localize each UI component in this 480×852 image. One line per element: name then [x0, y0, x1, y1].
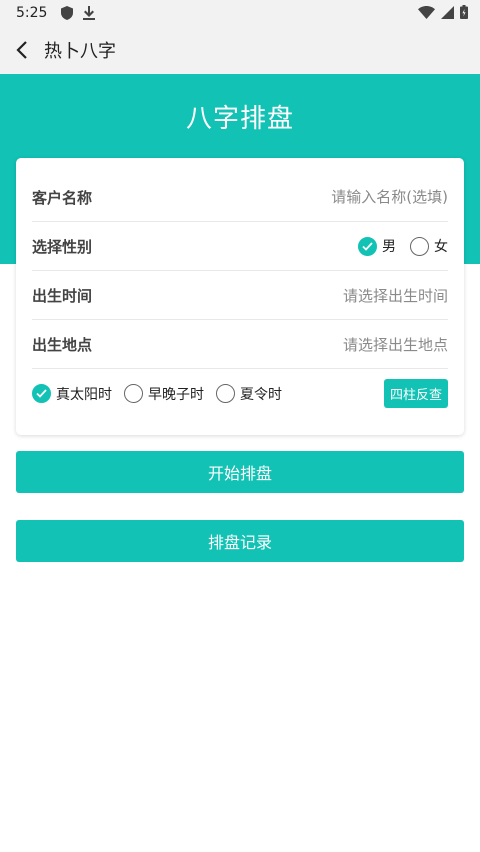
status-time: 5:25 — [16, 5, 48, 21]
page-title: 八字排盘 — [185, 104, 294, 134]
battery-icon — [460, 4, 468, 23]
radio-unchecked-icon — [216, 384, 235, 403]
gender-female-radio[interactable]: 女 — [410, 236, 448, 256]
name-row: 客户名称 — [32, 173, 448, 222]
reverse-lookup-button[interactable]: 四柱反查 — [383, 379, 448, 408]
birth-place-picker[interactable]: 请选择出生地点 — [152, 334, 448, 355]
gender-male-label: 男 — [382, 239, 396, 255]
early-late-zi-label: 早晚子时 — [148, 386, 204, 403]
gender-radio-group: 男 女 — [358, 236, 448, 256]
time-options-group: 真太阳时 早晚子时 夏令时 — [32, 384, 282, 404]
signal-icon — [441, 4, 454, 23]
status-right — [418, 4, 468, 23]
daylight-saving-radio[interactable]: 夏令时 — [216, 384, 282, 404]
name-label: 客户名称 — [32, 188, 93, 207]
early-late-zi-radio[interactable]: 早晚子时 — [124, 384, 204, 404]
time-options-row: 真太阳时 早晚子时 夏令时 四柱反查 — [32, 369, 448, 418]
true-solar-time-label: 真太阳时 — [56, 386, 112, 403]
app-title: 热卜八字 — [44, 41, 116, 62]
radio-unchecked-icon — [124, 384, 143, 403]
radio-unchecked-icon — [410, 236, 429, 256]
gender-label: 选择性别 — [32, 237, 93, 256]
gender-row: 选择性别 男 女 — [32, 222, 448, 271]
app-bar: 热卜八字 — [0, 26, 480, 74]
birth-place-label: 出生地点 — [32, 335, 93, 354]
birth-time-row[interactable]: 出生时间 请选择出生时间 — [32, 271, 448, 320]
name-input[interactable] — [152, 188, 448, 206]
download-icon — [83, 6, 96, 20]
birth-time-label: 出生时间 — [32, 286, 93, 305]
wifi-icon — [418, 4, 435, 23]
status-bar: 5:25 — [0, 0, 480, 26]
birth-place-row[interactable]: 出生地点 请选择出生地点 — [32, 320, 448, 369]
back-button[interactable] — [0, 26, 44, 74]
radio-checked-icon — [358, 236, 377, 256]
radio-checked-icon — [32, 384, 51, 403]
daylight-saving-label: 夏令时 — [240, 386, 282, 403]
birth-time-picker[interactable]: 请选择出生时间 — [152, 285, 448, 306]
gender-female-label: 女 — [434, 239, 448, 255]
form-card: 客户名称 选择性别 男 女 出生时间 请选择出生时间 出生地点 请选择出生地点 — [16, 158, 464, 435]
shield-icon — [61, 6, 74, 20]
paipan-records-button[interactable]: 排盘记录 — [16, 520, 464, 562]
true-solar-time-radio[interactable]: 真太阳时 — [32, 384, 112, 404]
gender-male-radio[interactable]: 男 — [358, 236, 396, 256]
chevron-left-icon — [16, 41, 27, 59]
start-paipan-button[interactable]: 开始排盘 — [16, 451, 464, 493]
